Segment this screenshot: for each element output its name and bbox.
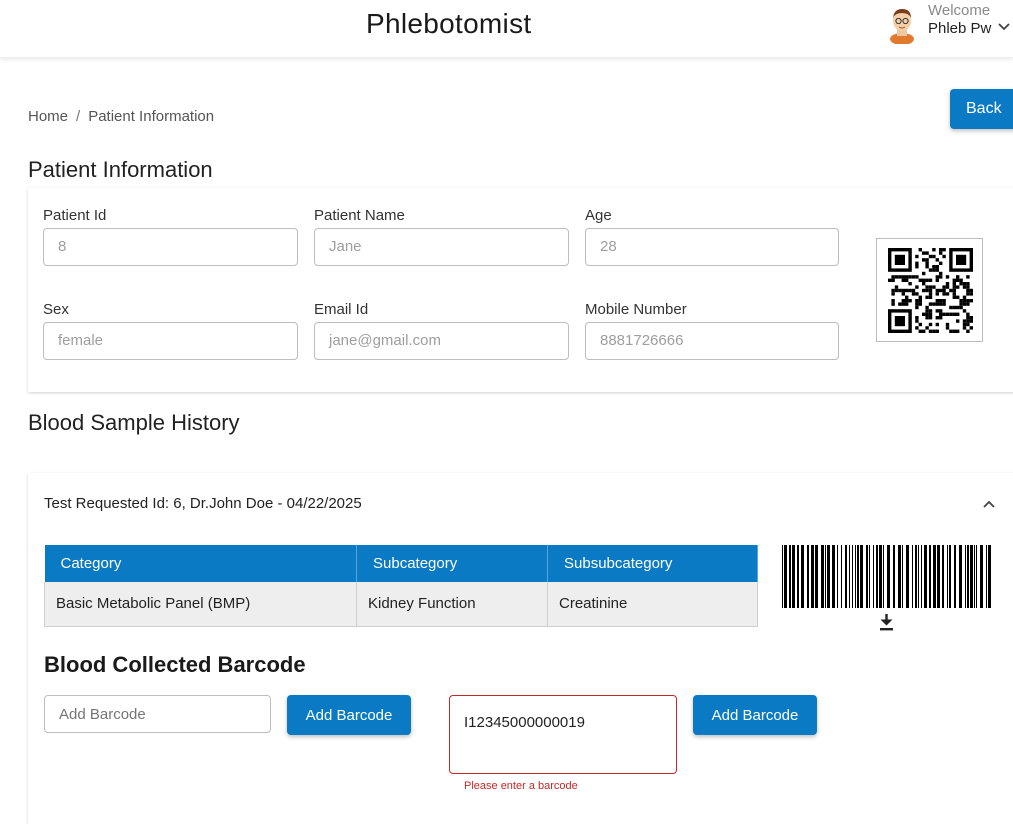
breadcrumb-current: Patient Information xyxy=(88,108,215,125)
header-subsubcategory: Subsubcategory xyxy=(547,545,758,582)
mobile-input[interactable]: 8881726666 xyxy=(585,322,839,360)
qr-code-box xyxy=(876,238,983,342)
sex-label: Sex xyxy=(43,301,69,318)
sex-input[interactable]: female xyxy=(43,322,298,360)
avatar[interactable] xyxy=(885,6,919,44)
app-header: Phlebotomist Welcome Phleb Pw xyxy=(0,0,1013,58)
age-input[interactable]: 28 xyxy=(585,228,839,266)
patient-id-label: Patient Id xyxy=(43,207,107,224)
app-title: Phlebotomist xyxy=(366,8,532,39)
patient-name-label: Patient Name xyxy=(314,207,405,224)
header-category: Category xyxy=(44,545,357,582)
patient-info-title: Patient Information xyxy=(28,157,213,182)
user-name[interactable]: Phleb Pw xyxy=(928,20,991,37)
barcode-section-title: Blood Collected Barcode xyxy=(44,652,306,677)
barcode-input-error[interactable]: I12345000000019 xyxy=(449,695,677,774)
breadcrumb-home[interactable]: Home xyxy=(28,108,68,125)
cell-category: Basic Metabolic Panel (BMP) xyxy=(44,582,357,627)
breadcrumb-separator: / xyxy=(76,108,81,125)
mobile-label: Mobile Number xyxy=(585,301,687,318)
back-button[interactable]: Back xyxy=(950,89,1013,129)
header-subcategory: Subcategory xyxy=(356,545,548,582)
chevron-up-icon[interactable] xyxy=(982,499,996,509)
chevron-down-icon[interactable] xyxy=(997,22,1011,32)
add-barcode-button-2[interactable]: Add Barcode xyxy=(693,695,817,735)
cell-subsubcategory: Creatinine xyxy=(547,582,758,627)
add-barcode-button[interactable]: Add Barcode xyxy=(287,695,411,735)
table-row: Basic Metabolic Panel (BMP) Kidney Funct… xyxy=(44,582,758,627)
breadcrumb: Home / Patient Information xyxy=(28,108,214,125)
table-header-row: Category Subcategory Subsubcategory xyxy=(44,545,758,582)
patient-name-input[interactable]: Jane xyxy=(314,228,569,266)
category-table: Category Subcategory Subsubcategory Basi… xyxy=(44,545,758,627)
email-label: Email Id xyxy=(314,301,369,318)
cell-subcategory: Kidney Function xyxy=(356,582,548,627)
history-title: Blood Sample History xyxy=(28,410,240,435)
patient-info-card xyxy=(28,188,1013,392)
patient-id-input[interactable]: 8 xyxy=(43,228,298,266)
download-icon[interactable] xyxy=(878,613,895,631)
test-request-summary[interactable]: Test Requested Id: 6, Dr.John Doe - 04/2… xyxy=(44,495,362,512)
email-input[interactable]: jane@gmail.com xyxy=(314,322,569,360)
barcode-error-message: Please enter a barcode xyxy=(464,780,578,792)
barcode-input[interactable] xyxy=(44,695,271,733)
welcome-text: Welcome xyxy=(928,2,991,19)
age-label: Age xyxy=(585,207,612,224)
barcode-icon xyxy=(782,545,991,608)
qr-code-icon xyxy=(888,248,973,333)
